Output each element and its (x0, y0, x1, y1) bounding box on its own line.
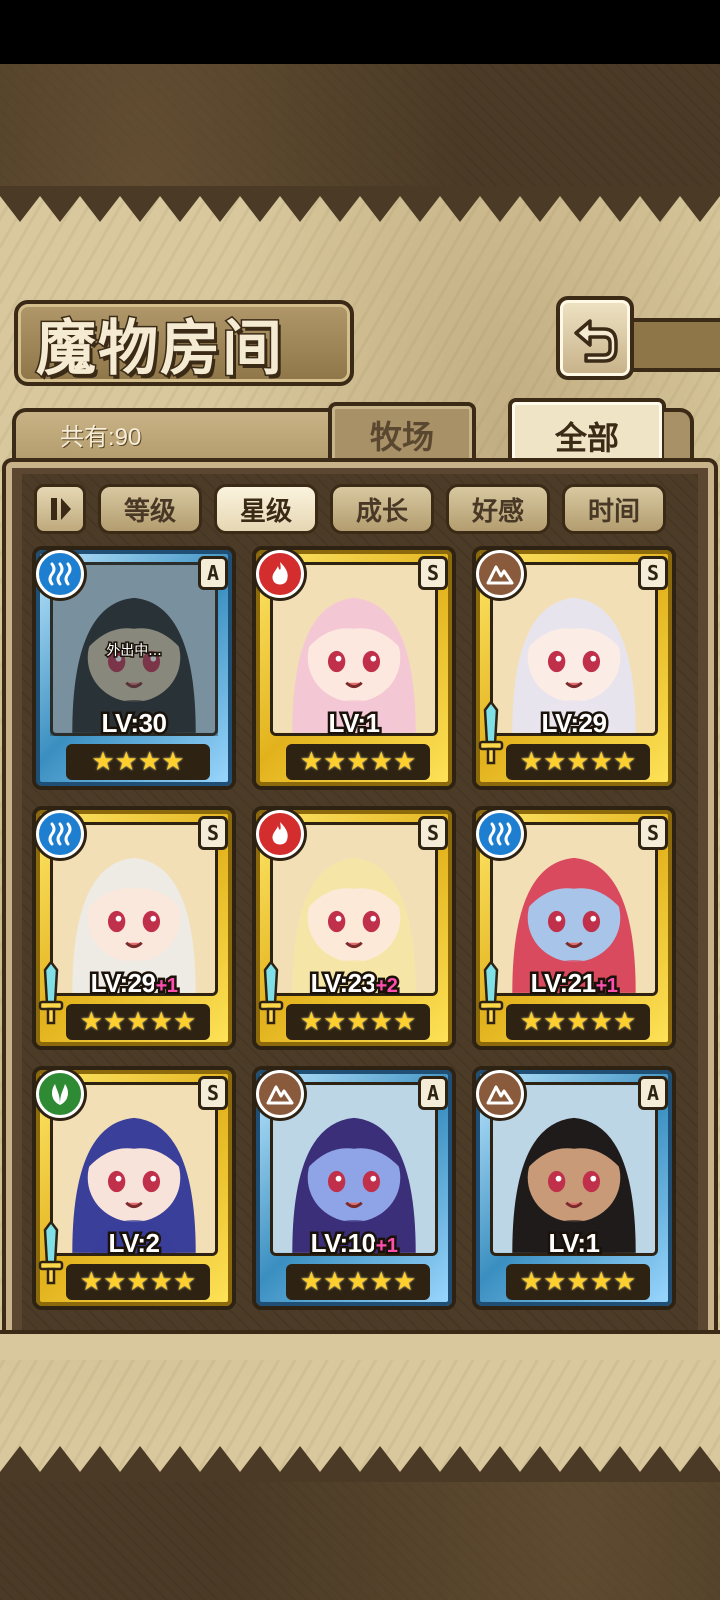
water-element-icon (36, 810, 84, 858)
rank-badge: S (198, 1076, 228, 1110)
rank-badge: S (418, 556, 448, 590)
monster-level: LV:29 (539, 706, 609, 741)
wind-element-icon (36, 1070, 84, 1118)
monster-card[interactable]: A LV:10+1 ★★★★★ (252, 1066, 456, 1310)
fire-element-icon (256, 550, 304, 598)
sort-star-button[interactable]: 星级 (214, 484, 318, 534)
rank-badge: A (198, 556, 228, 590)
sort-level-button[interactable]: 等级 (98, 484, 202, 534)
rank-badge: S (638, 556, 668, 590)
monster-level: LV:1 (326, 706, 382, 741)
monster-card[interactable]: S LV:23+2 ★★★★★ (252, 806, 456, 1050)
monster-card[interactable]: S LV:29 ★★★★★ (472, 546, 676, 790)
status-bar (0, 0, 720, 64)
earth-element-icon (476, 1070, 524, 1118)
pause-sort-icon (51, 498, 71, 520)
rank-badge: A (418, 1076, 448, 1110)
zigzag-border-top (0, 186, 720, 222)
monster-card[interactable]: S LV:2 ★★★★★ (32, 1066, 236, 1310)
star-rating: ★★★★★ (506, 744, 650, 780)
monster-level: LV:23+2 (308, 966, 400, 1001)
monster-card[interactable]: A LV:1 ★★★★★ (472, 1066, 676, 1310)
star-rating: ★★★★★ (286, 1004, 430, 1040)
monster-count: 共有:90 (60, 424, 142, 451)
monster-level: LV:1 (546, 1226, 602, 1261)
level-bonus: +1 (153, 973, 180, 1000)
star-rating: ★★★★★ (506, 1004, 650, 1040)
earth-element-icon (476, 550, 524, 598)
rank-badge: S (198, 816, 228, 850)
level-bonus: +1 (373, 1233, 400, 1260)
sort-affection-button[interactable]: 好感 (446, 484, 550, 534)
star-rating: ★★★★ (66, 744, 210, 780)
earth-element-icon (256, 1070, 304, 1118)
star-rating: ★★★★★ (66, 1264, 210, 1300)
monster-level: LV:29+1 (88, 966, 180, 1001)
star-rating: ★★★★★ (66, 1004, 210, 1040)
water-element-icon (36, 550, 84, 598)
monster-level: LV:30 (99, 706, 169, 741)
star-rating: ★★★★★ (286, 1264, 430, 1300)
sort-order-toggle[interactable] (34, 484, 86, 534)
fire-element-icon (256, 810, 304, 858)
panel-bottom-strip (0, 1330, 720, 1360)
return-arrow-icon (574, 319, 618, 363)
tab-farm[interactable]: 牧场 (328, 402, 476, 464)
star-rating: ★★★★★ (506, 1264, 650, 1300)
sort-growth-button[interactable]: 成长 (330, 484, 434, 534)
water-element-icon (476, 810, 524, 858)
monster-level: LV:21+1 (528, 966, 620, 1001)
star-rating: ★★★★★ (286, 744, 430, 780)
monster-card[interactable]: A 外出中... LV:30 ★★★★ (32, 546, 236, 790)
rank-badge: A (638, 1076, 668, 1110)
monster-level: LV:10+1 (308, 1226, 400, 1261)
tab-all[interactable]: 全部 (508, 398, 666, 470)
zigzag-border-bottom (0, 1446, 720, 1482)
monster-card[interactable]: S LV:1 ★★★★★ (252, 546, 456, 790)
back-button[interactable] (556, 296, 634, 380)
monster-card[interactable]: S LV:29+1 ★★★★★ (32, 806, 236, 1050)
level-bonus: +2 (373, 973, 400, 1000)
monster-card[interactable]: S LV:21+1 ★★★★★ (472, 806, 676, 1050)
rank-badge: S (418, 816, 448, 850)
page-title: 魔物房间 (35, 312, 284, 385)
level-bonus: +1 (593, 973, 620, 1000)
sort-time-button[interactable]: 时间 (562, 484, 666, 534)
tab-edge (664, 408, 694, 468)
monster-level: LV:2 (106, 1226, 162, 1261)
rank-badge: S (638, 816, 668, 850)
away-status: 外出中... (105, 642, 163, 661)
